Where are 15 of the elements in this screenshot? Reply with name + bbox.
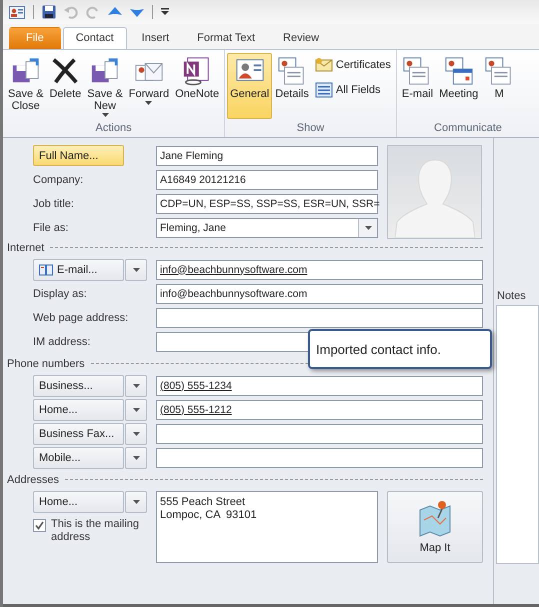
field-label: Web page address: (33, 312, 128, 324)
group-label: Communicate (433, 122, 503, 136)
notes-label: Notes (496, 290, 527, 302)
checkbox-label: This is the mailing address (51, 518, 140, 544)
info-tooltip: Imported contact info. (308, 329, 492, 369)
section-heading: Addresses (7, 474, 59, 486)
section-heading: Internet (7, 242, 44, 254)
field-label: Company: (33, 174, 84, 186)
field-label: File as: (33, 222, 68, 234)
group-label: Actions (94, 122, 133, 136)
field-label: IM address: (33, 336, 90, 348)
field-label: Display as: (33, 288, 87, 300)
group-label: Show (296, 122, 326, 136)
field-label: Job title: (33, 198, 74, 210)
section-heading: Phone numbers (7, 358, 85, 370)
